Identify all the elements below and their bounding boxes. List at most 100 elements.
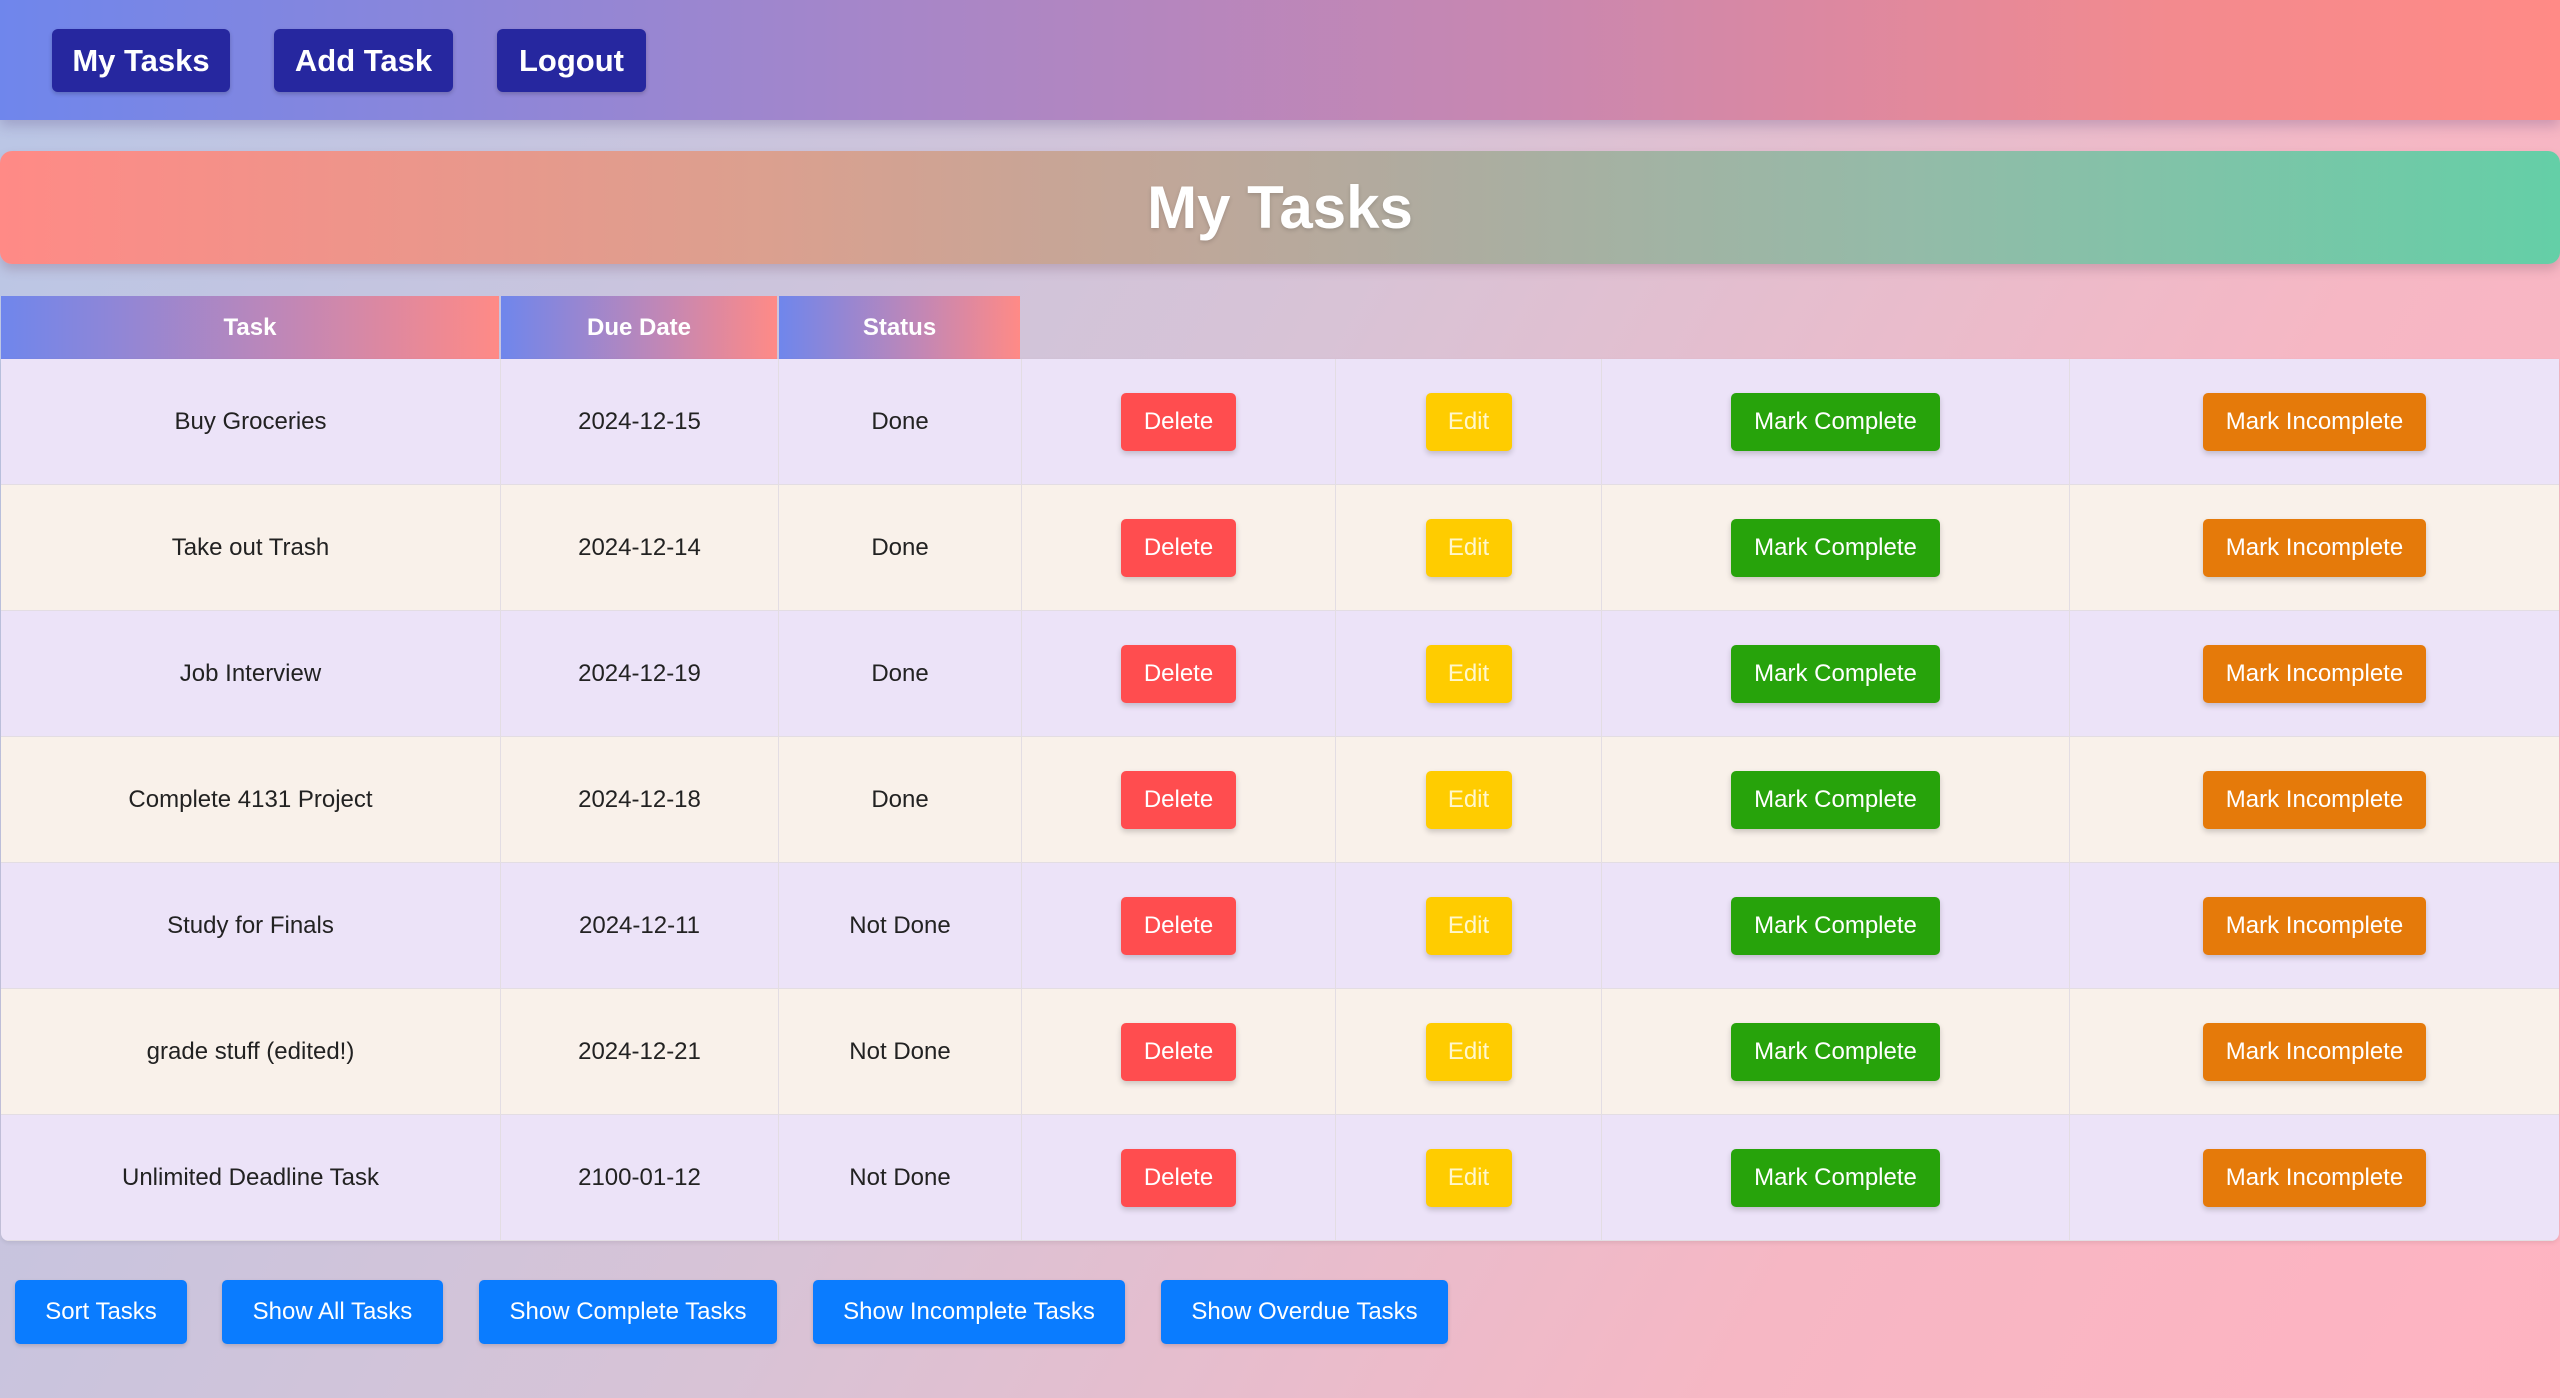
edit-button[interactable]: Edit bbox=[1425, 1022, 1512, 1081]
action-cell: Delete bbox=[1022, 485, 1336, 610]
action-cell: Delete bbox=[1022, 989, 1336, 1114]
show-complete-tasks-button[interactable]: Show Complete Tasks bbox=[479, 1280, 777, 1344]
table-body: Buy Groceries 2024-12-15 Done Delete Edit Mar… bbox=[1, 359, 2559, 1241]
mark-incomplete-button[interactable]: Mark Incomplete bbox=[2203, 770, 2426, 829]
due-date-cell: 2024-12-11 bbox=[501, 863, 779, 988]
action-cell: Mark Complete bbox=[1602, 485, 2070, 610]
delete-button[interactable]: Delete bbox=[1121, 644, 1236, 703]
action-cell: Delete bbox=[1022, 611, 1336, 736]
table-row: Complete 4131 Project 2024-12-18 Done Delet… bbox=[1, 737, 2559, 863]
action-cell: Edit bbox=[1336, 737, 1602, 862]
action-cell: Edit bbox=[1336, 611, 1602, 736]
status-cell: Not Done bbox=[779, 863, 1022, 988]
mark-incomplete-button[interactable]: Mark Incomplete bbox=[2203, 1148, 2426, 1207]
edit-button[interactable]: Edit bbox=[1425, 770, 1512, 829]
top-navbar: My Tasks Add Task Logout bbox=[0, 0, 2560, 120]
delete-button[interactable]: Delete bbox=[1121, 518, 1236, 577]
action-cell: Delete bbox=[1022, 359, 1336, 484]
due-date-cell: 2024-12-18 bbox=[501, 737, 779, 862]
delete-button[interactable]: Delete bbox=[1121, 896, 1236, 955]
status-cell: Done bbox=[779, 611, 1022, 736]
action-cell: Mark Complete bbox=[1602, 989, 2070, 1114]
due-date-cell: 2024-12-15 bbox=[501, 359, 779, 484]
delete-button[interactable]: Delete bbox=[1121, 1022, 1236, 1081]
edit-button[interactable]: Edit bbox=[1425, 392, 1512, 451]
status-cell: Done bbox=[779, 485, 1022, 610]
delete-button[interactable]: Delete bbox=[1121, 1148, 1236, 1207]
nav-logout-button[interactable]: Logout bbox=[497, 29, 646, 92]
action-cell: Mark Incomplete bbox=[2070, 737, 2559, 862]
column-header-status: Status bbox=[779, 296, 1020, 359]
table-row: grade stuff (edited!) 2024-12-21 Not Done D… bbox=[1, 989, 2559, 1115]
action-cell: Mark Incomplete bbox=[2070, 359, 2559, 484]
mark-incomplete-button[interactable]: Mark Incomplete bbox=[2203, 644, 2426, 703]
status-cell: Done bbox=[779, 359, 1022, 484]
nav-add-task-button[interactable]: Add Task bbox=[274, 29, 453, 92]
action-cell: Mark Incomplete bbox=[2070, 1115, 2559, 1240]
mark-complete-button[interactable]: Mark Complete bbox=[1731, 518, 1940, 577]
mark-complete-button[interactable]: Mark Complete bbox=[1731, 644, 1940, 703]
status-cell: Not Done bbox=[779, 989, 1022, 1114]
mark-incomplete-button[interactable]: Mark Incomplete bbox=[2203, 518, 2426, 577]
table-header-row: Task Due Date Status bbox=[1, 296, 2559, 359]
show-all-tasks-button[interactable]: Show All Tasks bbox=[222, 1280, 443, 1344]
nav-my-tasks-button[interactable]: My Tasks bbox=[52, 29, 230, 92]
action-cell: Edit bbox=[1336, 863, 1602, 988]
action-cell: Delete bbox=[1022, 1115, 1336, 1240]
page-title: My Tasks bbox=[1147, 174, 1413, 241]
due-date-cell: 2024-12-19 bbox=[501, 611, 779, 736]
tasks-table: Task Due Date Status Buy Groceries 2024-1… bbox=[1, 296, 2559, 1241]
sort-tasks-button[interactable]: Sort Tasks bbox=[15, 1280, 187, 1344]
action-cell: Mark Complete bbox=[1602, 1115, 2070, 1240]
action-cell: Edit bbox=[1336, 989, 1602, 1114]
table-row: Job Interview 2024-12-19 Done Delete Edit Mar… bbox=[1, 611, 2559, 737]
task-name-cell: Unlimited Deadline Task bbox=[1, 1115, 501, 1240]
action-cell: Mark Incomplete bbox=[2070, 863, 2559, 988]
show-overdue-tasks-button[interactable]: Show Overdue Tasks bbox=[1161, 1280, 1448, 1344]
action-cell: Edit bbox=[1336, 1115, 1602, 1240]
mark-incomplete-button[interactable]: Mark Incomplete bbox=[2203, 896, 2426, 955]
task-name-cell: Complete 4131 Project bbox=[1, 737, 501, 862]
table-row: Buy Groceries 2024-12-15 Done Delete Edit Mar… bbox=[1, 359, 2559, 485]
edit-button[interactable]: Edit bbox=[1425, 1148, 1512, 1207]
action-cell: Mark Incomplete bbox=[2070, 989, 2559, 1114]
mark-complete-button[interactable]: Mark Complete bbox=[1731, 896, 1940, 955]
due-date-cell: 2024-12-14 bbox=[501, 485, 779, 610]
action-cell: Delete bbox=[1022, 863, 1336, 988]
column-header-task: Task bbox=[1, 296, 499, 359]
table-row: Take out Trash 2024-12-14 Done Delete Edit Ma… bbox=[1, 485, 2559, 611]
task-name-cell: grade stuff (edited!) bbox=[1, 989, 501, 1114]
edit-button[interactable]: Edit bbox=[1425, 896, 1512, 955]
show-incomplete-tasks-button[interactable]: Show Incomplete Tasks bbox=[813, 1280, 1125, 1344]
mark-incomplete-button[interactable]: Mark Incomplete bbox=[2203, 1022, 2426, 1081]
mark-complete-button[interactable]: Mark Complete bbox=[1731, 1022, 1940, 1081]
mark-complete-button[interactable]: Mark Complete bbox=[1731, 770, 1940, 829]
action-cell: Mark Complete bbox=[1602, 611, 2070, 736]
mark-incomplete-button[interactable]: Mark Incomplete bbox=[2203, 392, 2426, 451]
task-name-cell: Buy Groceries bbox=[1, 359, 501, 484]
mark-complete-button[interactable]: Mark Complete bbox=[1731, 392, 1940, 451]
page-title-banner: My Tasks bbox=[0, 151, 2560, 264]
edit-button[interactable]: Edit bbox=[1425, 644, 1512, 703]
column-header-due-date: Due Date bbox=[501, 296, 777, 359]
action-cell: Mark Complete bbox=[1602, 359, 2070, 484]
action-cell: Mark Complete bbox=[1602, 863, 2070, 988]
due-date-cell: 2100-01-12 bbox=[501, 1115, 779, 1240]
action-cell: Edit bbox=[1336, 359, 1602, 484]
table-row: Study for Finals 2024-12-11 Not Done Delete… bbox=[1, 863, 2559, 989]
delete-button[interactable]: Delete bbox=[1121, 770, 1236, 829]
status-cell: Done bbox=[779, 737, 1022, 862]
edit-button[interactable]: Edit bbox=[1425, 518, 1512, 577]
mark-complete-button[interactable]: Mark Complete bbox=[1731, 1148, 1940, 1207]
task-name-cell: Study for Finals bbox=[1, 863, 501, 988]
task-name-cell: Job Interview bbox=[1, 611, 501, 736]
action-cell: Mark Incomplete bbox=[2070, 485, 2559, 610]
action-cell: Mark Complete bbox=[1602, 737, 2070, 862]
delete-button[interactable]: Delete bbox=[1121, 392, 1236, 451]
table-row: Unlimited Deadline Task 2100-01-12 Not Don… bbox=[1, 1115, 2559, 1241]
action-cell: Delete bbox=[1022, 737, 1336, 862]
action-cell: Edit bbox=[1336, 485, 1602, 610]
task-name-cell: Take out Trash bbox=[1, 485, 501, 610]
due-date-cell: 2024-12-21 bbox=[501, 989, 779, 1114]
status-cell: Not Done bbox=[779, 1115, 1022, 1240]
